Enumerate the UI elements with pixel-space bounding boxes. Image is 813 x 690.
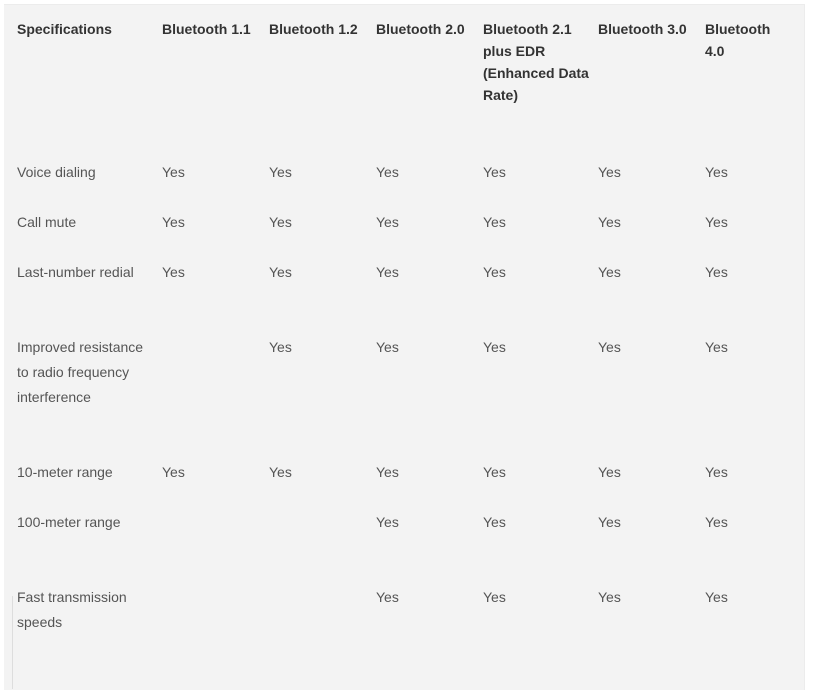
value-cell: Yes bbox=[269, 164, 292, 180]
header-bluetooth-1-2: Bluetooth 1.2 bbox=[269, 21, 358, 37]
feature-label: 10-meter range bbox=[17, 464, 113, 480]
value-cell: Yes bbox=[269, 214, 292, 230]
value-cell: Yes bbox=[598, 464, 621, 480]
value-cell: Yes bbox=[705, 464, 728, 480]
value-cell: Yes bbox=[483, 214, 506, 230]
header-bluetooth-3-0: Bluetooth 3.0 bbox=[598, 21, 687, 37]
value-cell: Yes bbox=[598, 589, 621, 605]
table-row-rf-interference: Improved resistance to radio frequency i… bbox=[17, 335, 797, 460]
value-cell: Yes bbox=[376, 264, 399, 280]
value-cell: Yes bbox=[483, 589, 506, 605]
bluetooth-spec-table: Specifications Bluetooth 1.1 Bluetooth 1… bbox=[17, 18, 797, 665]
value-cell bbox=[162, 335, 269, 460]
value-cell: Yes bbox=[598, 214, 621, 230]
header-bluetooth-2-0: Bluetooth 2.0 bbox=[376, 21, 465, 37]
value-cell: Yes bbox=[269, 339, 292, 355]
value-cell bbox=[269, 510, 376, 585]
value-cell: Yes bbox=[162, 464, 185, 480]
value-cell: Yes bbox=[376, 589, 399, 605]
header-bluetooth-4-0: Bluetooth 4.0 bbox=[705, 21, 771, 59]
value-cell bbox=[162, 510, 269, 585]
feature-label: Fast transmission speeds bbox=[17, 589, 127, 630]
value-cell bbox=[162, 585, 269, 665]
feature-label: 100-meter range bbox=[17, 514, 121, 530]
table-row-10-meter-range: 10-meter range Yes Yes Yes Yes Yes Yes bbox=[17, 460, 797, 510]
value-cell: Yes bbox=[598, 164, 621, 180]
value-cell bbox=[269, 585, 376, 665]
header-row: Specifications Bluetooth 1.1 Bluetooth 1… bbox=[17, 18, 797, 160]
value-cell: Yes bbox=[483, 339, 506, 355]
value-cell: Yes bbox=[598, 339, 621, 355]
feature-label: Call mute bbox=[17, 214, 77, 230]
table-row-voice-dialing: Voice dialing Yes Yes Yes Yes Yes Yes bbox=[17, 160, 797, 210]
table-row-100-meter-range: 100-meter range Yes Yes Yes Yes bbox=[17, 510, 797, 585]
value-cell: Yes bbox=[376, 214, 399, 230]
value-cell: Yes bbox=[376, 164, 399, 180]
value-cell: Yes bbox=[705, 264, 728, 280]
value-cell: Yes bbox=[376, 464, 399, 480]
value-cell: Yes bbox=[376, 514, 399, 530]
feature-label: Improved resistance to radio frequency i… bbox=[17, 339, 144, 405]
value-cell: Yes bbox=[269, 464, 292, 480]
feature-label: Voice dialing bbox=[17, 164, 96, 180]
value-cell: Yes bbox=[269, 264, 292, 280]
value-cell: Yes bbox=[598, 514, 621, 530]
value-cell: Yes bbox=[483, 164, 506, 180]
value-cell: Yes bbox=[483, 514, 506, 530]
value-cell: Yes bbox=[162, 214, 185, 230]
value-cell: Yes bbox=[483, 464, 506, 480]
value-cell: Yes bbox=[483, 264, 506, 280]
table-row-call-mute: Call mute Yes Yes Yes Yes Yes Yes bbox=[17, 210, 797, 260]
header-bluetooth-2-1-edr: Bluetooth 2.1 plus EDR (Enhanced Data Ra… bbox=[483, 21, 589, 103]
table-row-last-number-redial: Last-number redial Yes Yes Yes Yes Yes Y… bbox=[17, 260, 797, 335]
header-specifications: Specifications bbox=[17, 21, 112, 37]
value-cell: Yes bbox=[705, 214, 728, 230]
value-cell: Yes bbox=[598, 264, 621, 280]
value-cell: Yes bbox=[705, 514, 728, 530]
value-cell: Yes bbox=[376, 339, 399, 355]
value-cell: Yes bbox=[705, 339, 728, 355]
value-cell: Yes bbox=[705, 589, 728, 605]
value-cell: Yes bbox=[162, 264, 185, 280]
value-cell: Yes bbox=[705, 164, 728, 180]
table-row-fast-transmission: Fast transmission speeds Yes Yes Yes Yes bbox=[17, 585, 797, 665]
header-bluetooth-1-1: Bluetooth 1.1 bbox=[162, 21, 251, 37]
feature-label: Last-number redial bbox=[17, 264, 134, 280]
value-cell: Yes bbox=[162, 164, 185, 180]
panel-edge-divider bbox=[12, 596, 13, 689]
